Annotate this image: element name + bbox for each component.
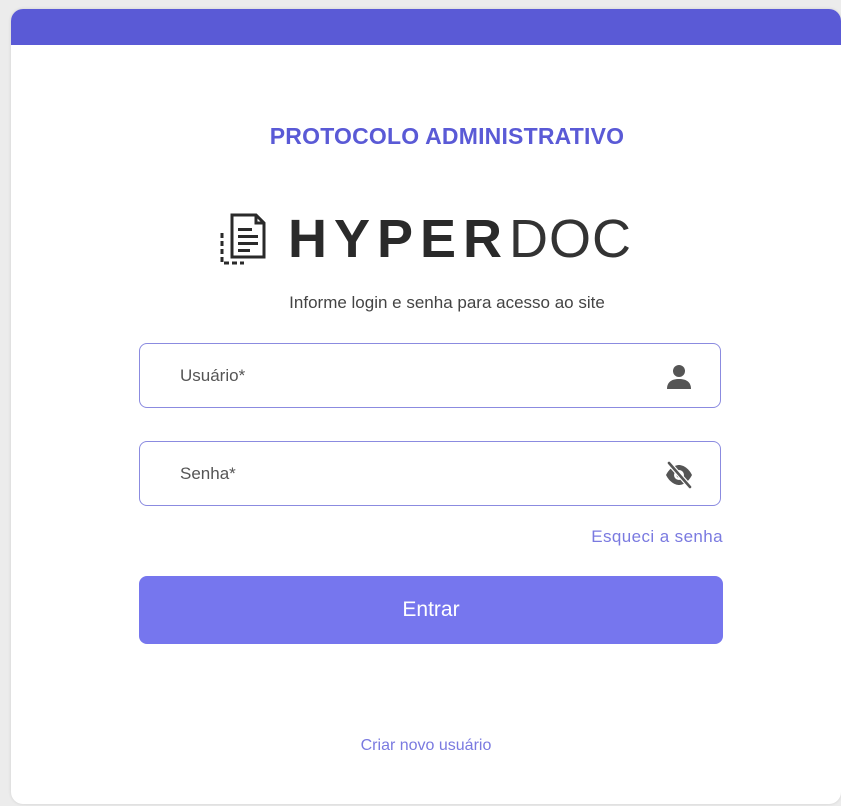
- page-title: PROTOCOLO ADMINISTRATIVO: [269, 123, 625, 149]
- user-icon: [667, 365, 691, 389]
- login-card: PROTOCOLO ADMINISTRATIVO HYPERDOC Inform…: [11, 9, 841, 804]
- logo-wordmark: HYPERDOC: [288, 212, 632, 266]
- create-user-link[interactable]: Criar novo usuário: [11, 737, 841, 755]
- username-field[interactable]: [139, 343, 721, 408]
- logo-text-bold: HYPER: [288, 209, 510, 269]
- logo: HYPERDOC: [218, 207, 632, 271]
- eye-off-icon[interactable]: [664, 460, 694, 490]
- password-input[interactable]: [180, 442, 620, 505]
- username-input[interactable]: [180, 344, 620, 407]
- login-button[interactable]: Entrar: [139, 576, 723, 644]
- password-field[interactable]: [139, 441, 721, 506]
- logo-text-light: DOC: [509, 209, 633, 269]
- login-instructions: Informe login e senha para acesso ao sit…: [289, 293, 605, 312]
- forgot-password-link[interactable]: Esqueci a senha: [563, 527, 723, 547]
- document-stack-icon: [220, 213, 266, 265]
- card-header-bar: [11, 9, 841, 45]
